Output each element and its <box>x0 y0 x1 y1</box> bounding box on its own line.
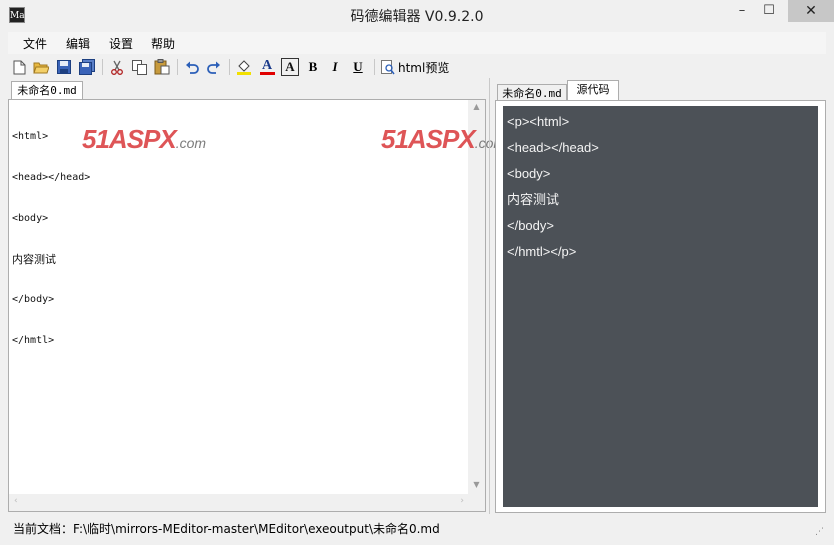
editor-tab[interactable]: 未命名0.md <box>11 81 83 99</box>
open-folder-icon[interactable] <box>32 58 50 76</box>
scroll-up-icon[interactable]: ▲ <box>468 102 485 111</box>
new-file-icon[interactable] <box>10 58 28 76</box>
splitter[interactable] <box>489 78 490 514</box>
resize-grip-icon[interactable]: ⋰ <box>815 527 824 537</box>
fill-color-icon[interactable] <box>235 58 253 76</box>
toolbar-separator <box>229 59 230 75</box>
editor-horizontal-scrollbar[interactable]: ‹ › <box>9 494 468 511</box>
status-bar: 当前文档：F:\临时\mirrors-MEditor-master\MEdito… <box>0 515 834 545</box>
status-current-document: 当前文档：F:\临时\mirrors-MEditor-master\MEdito… <box>13 522 440 536</box>
watermark-logo: 51ASPX.com <box>82 124 207 154</box>
preview-line: </body> <box>507 218 554 233</box>
preview-line: </hmtl></p> <box>507 244 577 259</box>
menu-settings[interactable]: 设置 <box>109 35 133 52</box>
toolbar-separator <box>177 59 178 75</box>
editor-vertical-scrollbar[interactable]: ▲ ▼ <box>468 100 485 511</box>
preview-line: 内容测试 <box>507 192 560 207</box>
editor-line: <html> <box>12 131 49 143</box>
editor-line: 内容测试 <box>12 252 56 266</box>
editor-line: </hmtl> <box>12 335 55 347</box>
tab-source[interactable]: 源代码 <box>567 80 619 100</box>
redo-icon[interactable] <box>205 58 223 76</box>
window-title: 码德编辑器 V0.9.2.0 <box>350 9 484 25</box>
cut-icon[interactable] <box>108 58 126 76</box>
menu-bar: 文件 编辑 设置 帮助 <box>8 32 826 54</box>
toolbar: A A B I U html预览 <box>8 55 826 79</box>
scroll-left-icon[interactable]: ‹ <box>14 496 18 506</box>
editor-line: </body> <box>12 294 55 306</box>
scroll-right-icon[interactable]: › <box>460 496 464 506</box>
editor-pane: <html> <head></head> <body> 内容测试 </body>… <box>8 99 486 512</box>
preview-pane: <p><html> <head></head> <body> 内容测试 </bo… <box>495 100 826 513</box>
toolbar-separator <box>102 59 103 75</box>
paste-icon[interactable] <box>153 58 171 76</box>
editor-line: <body> <box>12 212 49 224</box>
maximize-button[interactable]: ☐ <box>751 0 787 22</box>
source-preview: <p><html> <head></head> <body> 内容测试 </bo… <box>503 106 818 507</box>
menu-file[interactable]: 文件 <box>23 35 47 52</box>
italic-icon[interactable]: I <box>326 58 344 76</box>
save-icon[interactable] <box>55 58 73 76</box>
menu-edit[interactable]: 编辑 <box>66 35 90 52</box>
underline-icon[interactable]: U <box>349 58 367 76</box>
watermark-logo: 51ASPX.com <box>381 124 505 154</box>
editor-line: <head></head> <box>12 171 91 183</box>
toolbar-separator <box>374 59 375 75</box>
save-all-icon[interactable] <box>78 58 96 76</box>
scroll-down-icon[interactable]: ▼ <box>468 480 485 489</box>
preview-line: <body> <box>507 166 551 181</box>
undo-icon[interactable] <box>183 58 201 76</box>
editor-textarea[interactable]: <html> <head></head> <body> 内容测试 </body>… <box>12 103 90 375</box>
copy-icon[interactable] <box>130 58 148 76</box>
close-button[interactable]: ✕ <box>788 0 834 22</box>
preview-line: <p><html> <box>507 114 570 129</box>
font-color-icon[interactable]: A <box>258 58 276 76</box>
bold-icon[interactable]: B <box>304 58 322 76</box>
preview-line: <head></head> <box>507 140 599 155</box>
font-icon[interactable]: A <box>281 58 299 76</box>
menu-help[interactable]: 帮助 <box>151 35 175 52</box>
title-bar: Ma 码德编辑器 V0.9.2.0 – ☐ ✕ <box>0 0 834 30</box>
html-preview-button[interactable]: html预览 <box>398 59 449 76</box>
preview-icon[interactable] <box>379 58 397 76</box>
